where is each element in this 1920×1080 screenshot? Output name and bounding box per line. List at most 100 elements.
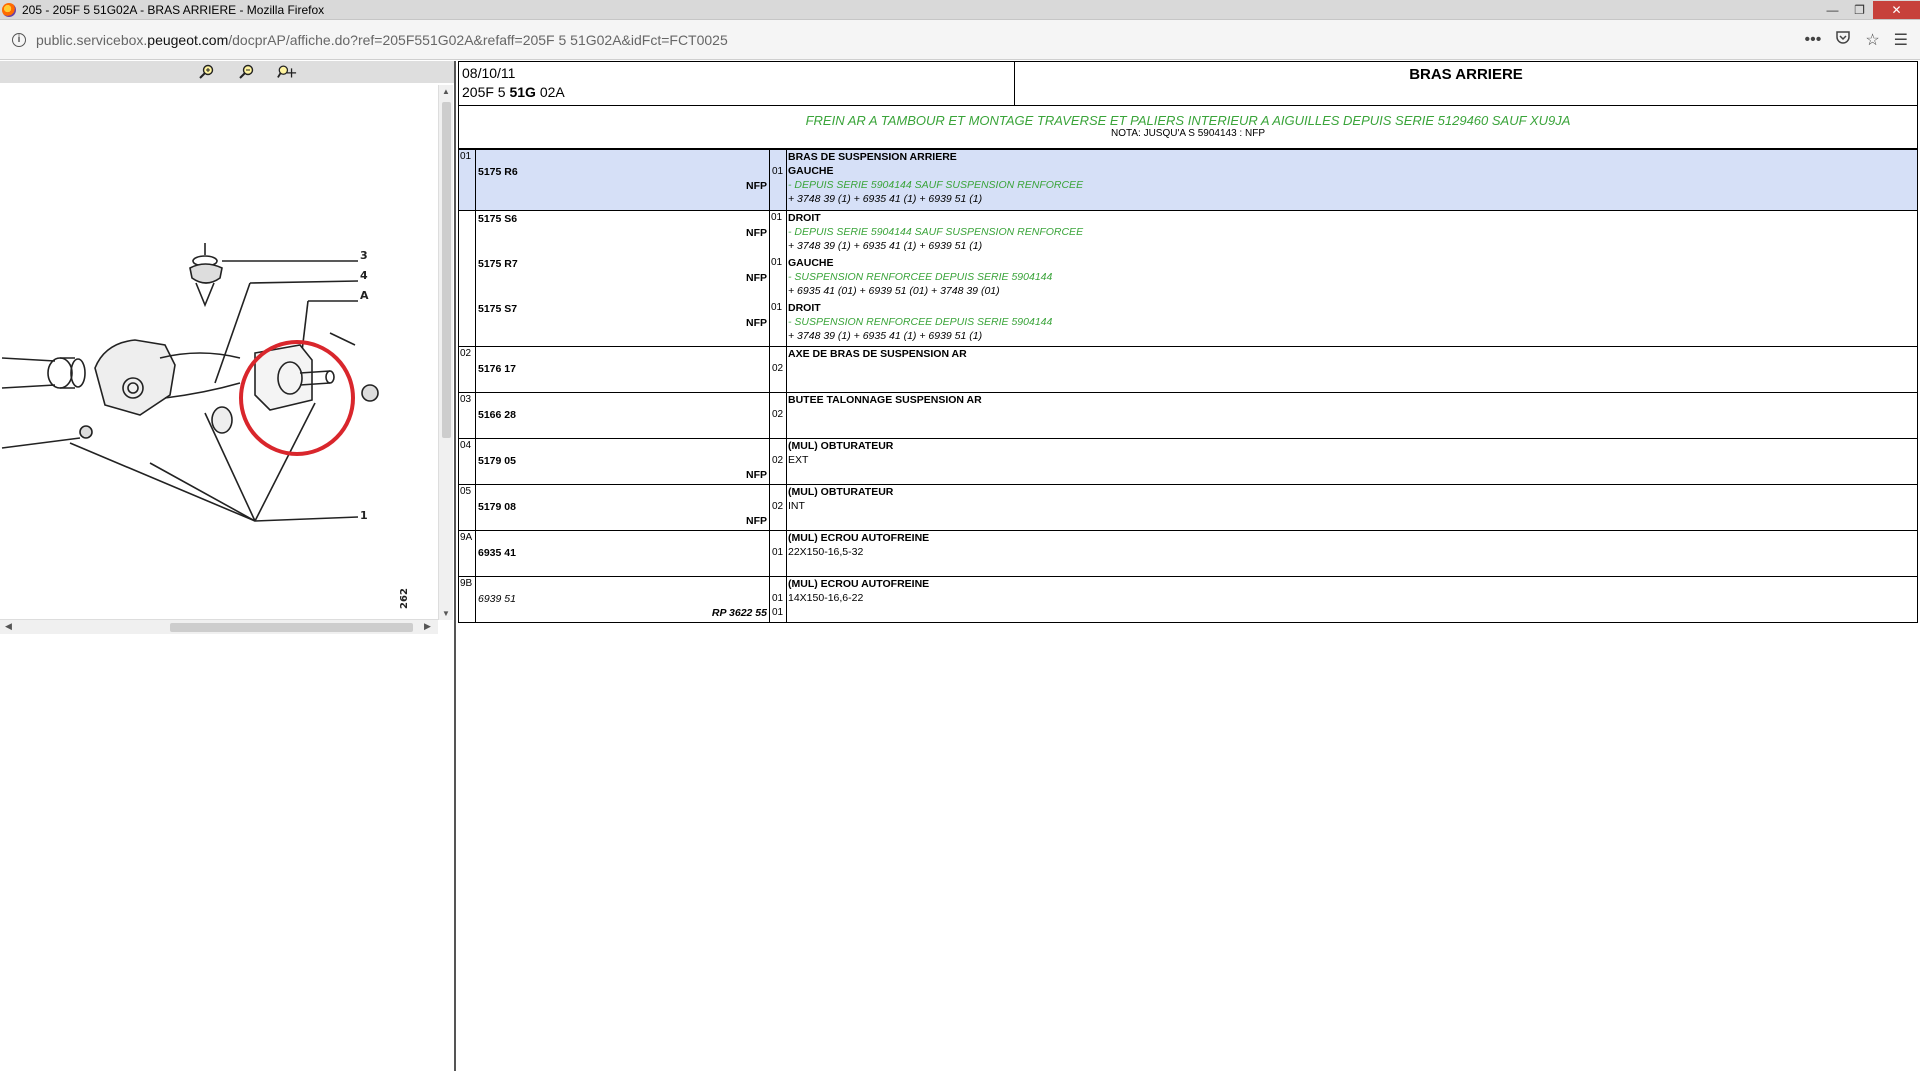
vertical-scroll-thumb[interactable] (442, 102, 451, 438)
drawing-horizontal-scrollbar[interactable]: ◀ ▶ (0, 619, 438, 634)
part-refs: + 3748 39 (1) + 6935 41 (1) + 6939 51 (1… (788, 240, 983, 252)
part-side: GAUCHE (788, 257, 834, 269)
zoom-in-icon[interactable] (197, 63, 217, 81)
parts-header: 08/10/11 205F 5 51G 02A BRAS ARRIERE (458, 61, 1918, 106)
part-ref[interactable]: 6935 41 (478, 546, 516, 560)
drawing-pane: 3 4 A 1 262 ▲ ▼ ◀ ▶ (0, 61, 456, 1071)
part-side: DROIT (788, 302, 821, 314)
replacement-qty: 01 (772, 607, 784, 618)
scroll-right-icon[interactable]: ▶ (424, 621, 431, 632)
part-name: (MUL) OBTURATEUR (788, 440, 894, 452)
zoom-pan-icon[interactable] (277, 63, 297, 81)
page-actions-icon[interactable]: ••• (1805, 31, 1822, 49)
horizontal-scroll-thumb[interactable] (170, 623, 413, 632)
minimize-button[interactable]: — (1819, 1, 1846, 19)
item-number: 01 (458, 149, 476, 211)
part-side: DROIT (788, 212, 821, 224)
header-meta: 08/10/11 205F 5 51G 02A (459, 62, 1015, 105)
url-domain: peugeot.com (147, 31, 229, 48)
item-number: 02 (458, 346, 476, 393)
navigation-bar: i public.servicebox.peugeot.com/docprAP/… (0, 20, 1920, 60)
scroll-down-icon[interactable]: ▼ (442, 609, 450, 618)
header-date: 08/10/11 (462, 65, 516, 81)
part-flag: NFP (746, 272, 767, 284)
part-side: GAUCHE (788, 165, 834, 177)
parts-subheader: FREIN AR A TAMBOUR ET MONTAGE TRAVERSE E… (458, 106, 1918, 149)
part-ref[interactable]: 5179 05 (478, 454, 516, 468)
part-qty: 01 (772, 547, 784, 558)
part-qty: 01 (772, 593, 784, 604)
table-row[interactable]: 9A 6935 41 01 (MUL) ECROU AUTOFREINE 22X1… (458, 530, 1918, 577)
part-qty: 01 (771, 257, 783, 268)
part-flag: NFP (746, 317, 767, 329)
table-row[interactable]: 01 5175 R6 NFP 01 BRAS DE SUSPENSION ARR… (458, 149, 1918, 211)
table-row[interactable]: 04 5179 05 NFP 02 (MUL) OBTURATEUR EXT (458, 438, 1918, 485)
table-row[interactable]: 03 5166 28 02 BUTEE TALONNAGE SUSPENSION… (458, 392, 1918, 439)
part-qty: 01 (772, 166, 784, 177)
part-detail: INT (788, 500, 805, 512)
zoom-toolbar (0, 61, 454, 83)
part-qty: 01 (771, 212, 783, 223)
replacement-ref[interactable]: RP 3622 55 (712, 606, 767, 620)
part-qty: 02 (772, 409, 784, 420)
part-note: - SUSPENSION RENFORCEE DEPUIS SERIE 5904… (788, 271, 1053, 283)
part-name: BUTEE TALONNAGE SUSPENSION AR (788, 394, 982, 406)
url-text[interactable]: public.servicebox.peugeot.com/docprAP/af… (36, 32, 728, 48)
exploded-view-drawing[interactable]: 3 4 A 1 262 (0, 83, 440, 615)
item-number: 03 (458, 392, 476, 439)
part-refs: + 6935 41 (01) + 6939 51 (01) + 3748 39 … (788, 285, 1000, 297)
drawing-label-4: 4 (360, 269, 368, 282)
part-ref[interactable]: 5175 S7 (478, 302, 517, 316)
part-ref[interactable]: 5175 R6 (478, 165, 518, 179)
table-row[interactable]: 9B 6939 51 RP 3622 55 01 01 (MUL) ECROU AU… (458, 576, 1918, 623)
part-name: AXE DE BRAS DE SUSPENSION AR (788, 348, 967, 360)
maximize-button[interactable]: ❐ (1846, 1, 1873, 19)
part-note: - SUSPENSION RENFORCEE DEPUIS SERIE 5904… (788, 316, 1053, 328)
pocket-icon[interactable] (1835, 29, 1851, 50)
url-suffix: /docprAP/affiche.do?ref=205F551G02A&refa… (228, 31, 728, 48)
window-titlebar: 205 - 205F 5 51G02A - BRAS ARRIERE - Moz… (0, 0, 1920, 20)
menu-icon[interactable]: ☰ (1894, 30, 1908, 50)
drawing-page-code: 262 (398, 588, 410, 609)
part-ref[interactable]: 5166 28 (478, 408, 516, 422)
bookmark-star-icon[interactable]: ☆ (1865, 30, 1879, 50)
part-ref[interactable]: 5176 17 (478, 362, 516, 376)
parts-pane: 08/10/11 205F 5 51G 02A BRAS ARRIERE FRE… (458, 61, 1920, 1071)
zoom-out-icon[interactable] (237, 63, 257, 81)
part-flag: NFP (746, 180, 767, 192)
item-number: 9A (458, 530, 476, 577)
part-name: (MUL) ECROU AUTOFREINE (788, 578, 930, 590)
url-bar[interactable]: i public.servicebox.peugeot.com/docprAP/… (0, 26, 1805, 54)
part-ref[interactable]: 5175 R7 (478, 257, 518, 271)
drawing-label-3: 3 (360, 249, 368, 262)
close-button[interactable]: ✕ (1873, 0, 1920, 19)
drawing-vertical-scrollbar[interactable]: ▲ ▼ (438, 85, 453, 620)
item-number: 9B (458, 576, 476, 623)
part-qty: 02 (772, 363, 784, 374)
page-title: BRAS ARRIERE (1409, 66, 1523, 83)
part-detail: EXT (788, 454, 809, 466)
assembly-description: FREIN AR A TAMBOUR ET MONTAGE TRAVERSE E… (805, 113, 1571, 128)
part-detail: 22X150-16,5-32 (788, 546, 864, 558)
code-post: 02A (535, 84, 565, 100)
site-info-icon[interactable]: i (12, 32, 26, 47)
part-name: (MUL) OBTURATEUR (788, 486, 894, 498)
part-ref[interactable]: 6939 51 (478, 592, 516, 606)
part-ref[interactable]: 5179 08 (478, 500, 516, 514)
table-row[interactable]: 05 5179 08 NFP 02 (MUL) OBTURATEUR INT (458, 484, 1918, 531)
part-name: (MUL) ECROU AUTOFREINE (788, 532, 930, 544)
table-row[interactable]: 5175 S6 NFP 5175 R7 NFP 5175 S7 NFP 01 01 0… (458, 210, 1918, 347)
part-note: - DEPUIS SERIE 5904144 SAUF SUSPENSION R… (788, 226, 1084, 238)
item-number: 05 (458, 484, 476, 531)
nota-text: NOTA: JUSQU'A S 5904143 : NFP (1110, 128, 1265, 139)
table-row[interactable]: 02 5176 17 02 AXE DE BRAS DE SUSPENSION … (458, 346, 1918, 393)
url-prefix: public.servicebox. (36, 31, 148, 48)
scroll-left-icon[interactable]: ◀ (5, 621, 12, 632)
part-ref[interactable]: 5175 S6 (478, 212, 517, 226)
scroll-up-icon[interactable]: ▲ (442, 87, 450, 96)
code-pre: 205F 5 (462, 84, 510, 100)
part-note: - DEPUIS SERIE 5904144 SAUF SUSPENSION R… (788, 179, 1084, 191)
part-flag: NFP (746, 515, 767, 527)
item-number: 04 (458, 438, 476, 485)
part-refs: + 3748 39 (1) + 6935 41 (1) + 6939 51 (1… (788, 330, 983, 342)
